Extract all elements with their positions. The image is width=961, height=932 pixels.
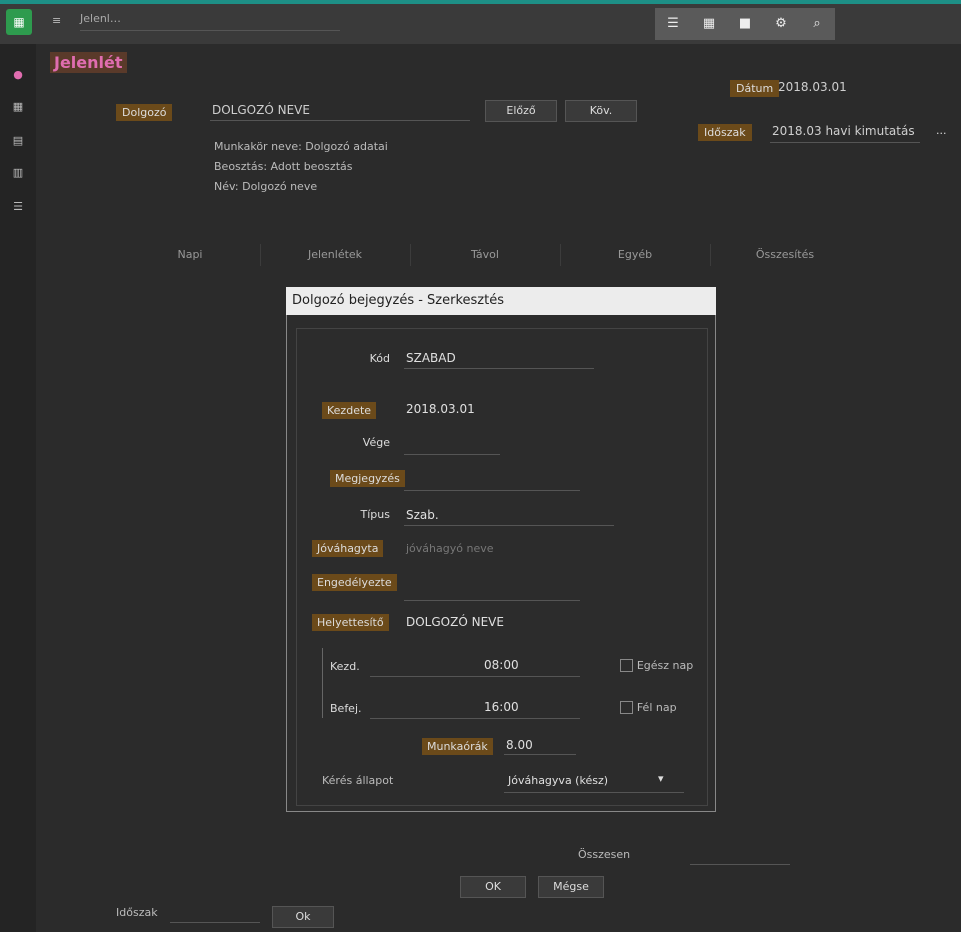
tab-tavol[interactable]: Távol [410,244,561,266]
authorizer-input[interactable] [404,600,580,601]
employee-label: Dolgozó [116,104,173,121]
prev-button[interactable]: Előző [485,100,557,122]
approver-value[interactable]: jóváhagyó neve [406,542,493,555]
info-line-1: Munkakör neve: Dolgozó adatai [214,140,388,153]
full-day-label: Egész nap [636,659,694,672]
list-icon[interactable]: ☰ [664,15,682,33]
employee-underline [210,120,470,121]
bottom-ok-button[interactable]: Ok [272,906,334,928]
chart-icon[interactable]: ▥ [10,166,26,182]
title-underline [80,30,340,31]
period-value[interactable]: 2018.03 havi kimutatás [772,124,915,138]
period-label: Időszak [698,124,752,141]
end-date-label: Vége [362,436,390,449]
dialog-body [296,328,708,806]
code-label: Kód [369,352,390,365]
hours-value[interactable]: 8.00 [506,738,533,752]
tab-napi[interactable]: Napi [120,244,261,266]
end-time-underline [370,718,580,719]
calendar-icon[interactable]: ▤ [10,134,26,150]
time-group-bracket [322,648,327,718]
home-icon[interactable]: ● [10,68,26,84]
code-value[interactable]: SZABAD [406,351,456,365]
substitute-value[interactable]: DOLGOZÓ NEVE [406,615,504,629]
search-icon[interactable]: ⌕ [808,15,826,33]
start-date-value[interactable]: 2018.03.01 [406,402,475,416]
bottom-period-label: Időszak [116,906,158,919]
date-value[interactable]: 2018.03.01 [778,80,847,94]
period-more-button[interactable]: ... [936,124,947,137]
type-label: Típus [360,508,390,521]
hours-label: Munkaórák [422,738,493,755]
hours-underline [504,754,576,755]
half-day-check[interactable]: Fél nap [620,700,677,714]
dialog-title: Dolgozó bejegyzés - Szerkesztés [286,287,716,315]
status-value[interactable]: Jóváhagyva (kész) [508,774,608,787]
info-line-2: Beosztás: Adott beosztás [214,160,353,173]
total-input[interactable] [690,864,790,865]
next-button[interactable]: Köv. [565,100,637,122]
total-label: Összesen [578,848,631,861]
grid-icon[interactable]: ▦ [700,15,718,33]
start-date-label: Kezdete [322,402,377,419]
bottom-period-input[interactable] [170,922,260,923]
half-day-checkbox[interactable] [620,701,633,714]
gear-icon[interactable]: ⚙ [772,15,790,33]
end-time-value[interactable]: 16:00 [484,700,519,714]
end-date-input[interactable] [404,454,500,455]
app-title: Jelenl… [80,12,121,25]
period-underline [770,142,920,143]
tab-egyeb[interactable]: Egyéb [560,244,711,266]
note-input[interactable] [404,490,580,491]
date-label: Dátum [730,80,780,97]
full-day-checkbox[interactable] [620,659,633,672]
stop-icon[interactable]: ■ [736,15,754,33]
half-day-label: Fél nap [636,701,677,714]
type-underline [404,525,614,526]
grid-icon[interactable]: ▦ [10,100,26,116]
employee-value[interactable]: DOLGOZÓ NEVE [212,103,310,117]
ok-button[interactable]: OK [460,876,526,898]
authorizer-label: Engedélyezte [312,574,397,591]
code-underline [404,368,594,369]
start-time-value[interactable]: 08:00 [484,658,519,672]
cancel-button[interactable]: Mégse [538,876,604,898]
page-title: Jelenlét [50,52,127,73]
tab-osszesites[interactable]: Összesítés [710,244,860,266]
menu-icon[interactable]: ≡ [52,14,61,27]
start-time-label: Kezd. [330,660,360,673]
end-time-label: Befej. [330,702,362,715]
tab-jelenletek[interactable]: Jelenlétek [260,244,411,266]
full-day-check[interactable]: Egész nap [620,658,693,672]
note-label: Megjegyzés [330,470,405,487]
substitute-label: Helyettesítő [312,614,389,631]
grid-icon[interactable]: ▦ [6,9,32,35]
info-line-3: Név: Dolgozó neve [214,180,318,193]
type-value[interactable]: Szab. [406,508,439,522]
approver-label: Jóváhagyta [312,540,384,557]
chevron-down-icon[interactable]: ▾ [658,772,664,785]
list-icon[interactable]: ☰ [10,200,26,216]
status-underline [504,792,684,793]
status-label: Kérés állapot [322,774,394,787]
toolbar-icons: ☰ ▦ ■ ⚙ ⌕ [655,8,835,40]
start-time-underline [370,676,580,677]
